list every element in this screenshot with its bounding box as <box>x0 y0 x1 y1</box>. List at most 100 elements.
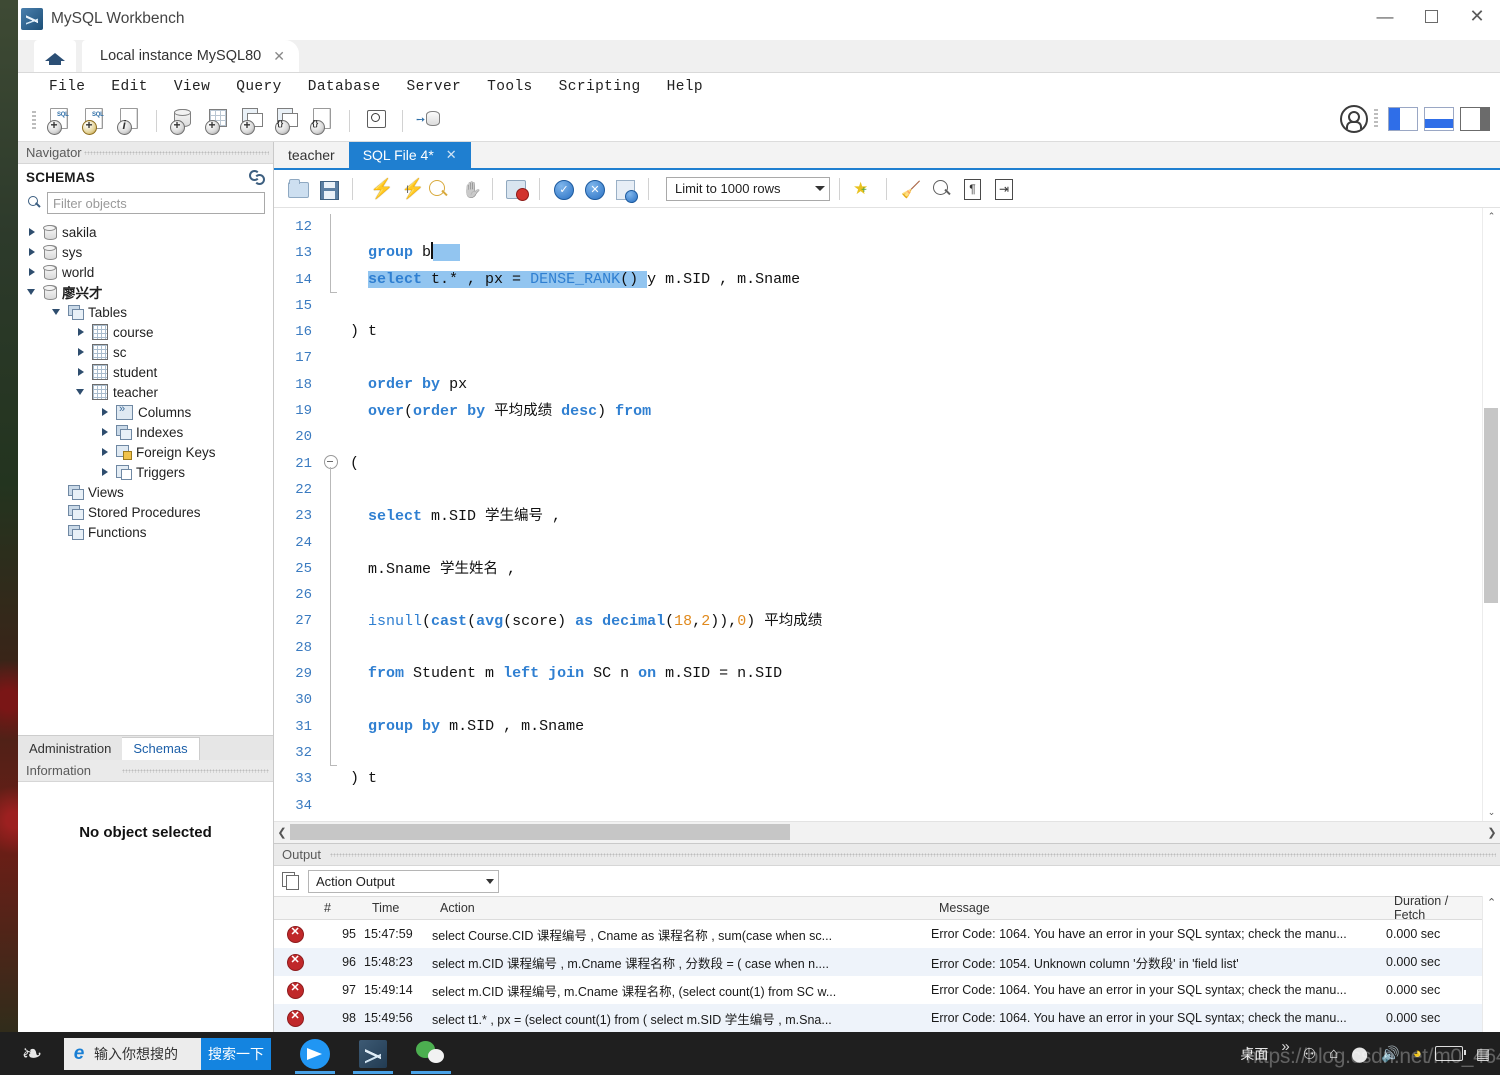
code-line[interactable]: ) t <box>342 319 1482 345</box>
autocommit-icon[interactable] <box>611 175 639 203</box>
search-input[interactable]: 输入你想搜的 <box>94 1044 201 1064</box>
user-account-icon[interactable] <box>1340 105 1368 133</box>
chevron-right-icon[interactable] <box>75 346 87 358</box>
menu-scripting[interactable]: Scripting <box>546 76 654 98</box>
tab-administration[interactable]: Administration <box>18 738 122 760</box>
toggle-wrap-icon[interactable] <box>989 175 1017 203</box>
menu-server[interactable]: Server <box>394 76 475 98</box>
code-line[interactable]: ( <box>342 451 1482 477</box>
chevron-down-icon[interactable] <box>51 306 63 318</box>
menu-query[interactable]: Query <box>223 76 295 98</box>
tree-item-foreign-keys[interactable]: Foreign Keys <box>18 442 273 462</box>
tree-item-columns[interactable]: Columns <box>18 402 273 422</box>
code-line[interactable] <box>342 530 1482 556</box>
scroll-down-icon[interactable]: ⌄ <box>1483 804 1500 821</box>
table-row[interactable]: 96 15:48:23 select m.CID 课程编号 , m.Cname … <box>274 948 1482 976</box>
taskbar-app-mysql-workbench[interactable] <box>353 1034 393 1074</box>
commit-check-icon[interactable]: ✓ <box>549 175 577 203</box>
chevron-right-icon[interactable] <box>75 366 87 378</box>
taskbar-search-box[interactable]: e 输入你想搜的 搜索一下 <box>64 1037 271 1070</box>
code-line[interactable]: over(order by 平均成绩 desc) from <box>342 398 1482 424</box>
stop-hand-icon[interactable] <box>455 175 483 203</box>
start-button[interactable]: ❧ <box>0 1039 64 1068</box>
close-icon[interactable]: ✕ <box>273 48 285 65</box>
code-line[interactable] <box>342 293 1482 319</box>
tree-item-triggers[interactable]: Triggers <box>18 462 273 482</box>
taskbar-app-wechat[interactable] <box>411 1034 451 1074</box>
new-sql-tab-icon[interactable]: SQL <box>45 106 75 136</box>
code-line[interactable]: isnull(cast(avg(score) as decimal(18,2))… <box>342 608 1482 634</box>
code-line[interactable] <box>342 582 1482 608</box>
code-line[interactable]: ) t <box>342 766 1482 792</box>
code-line[interactable]: select t.* , px = DENSE_RANK() y m.SID ,… <box>342 267 1482 293</box>
code-line[interactable] <box>342 345 1482 371</box>
tree-item-active-schema[interactable]: 廖兴才 <box>18 282 273 302</box>
fold-collapse-icon[interactable] <box>324 455 338 469</box>
save-icon[interactable] <box>315 175 343 203</box>
output-type-select[interactable]: Action Output <box>308 869 499 893</box>
toggle-secondary-sidebar-button[interactable] <box>1460 107 1490 131</box>
menu-view[interactable]: View <box>161 76 223 98</box>
create-function-icon[interactable] <box>308 106 338 136</box>
explain-magnifier-icon[interactable] <box>424 175 452 203</box>
scroll-left-icon[interactable]: ❮ <box>274 826 290 839</box>
col-time[interactable]: Time <box>372 901 440 915</box>
hscroll-thumb[interactable] <box>290 824 790 840</box>
code-line[interactable]: select m.SID 学生编号 , <box>342 503 1482 529</box>
chevron-right-icon[interactable] <box>26 246 38 258</box>
tree-item-tables[interactable]: Tables <box>18 302 273 322</box>
copy-icon[interactable] <box>282 872 300 890</box>
code-line[interactable]: order by px <box>342 372 1482 398</box>
create-view-icon[interactable] <box>238 106 268 136</box>
stop-on-error-icon[interactable] <box>502 175 530 203</box>
scroll-right-icon[interactable]: ❯ <box>1484 826 1500 839</box>
refresh-icon[interactable] <box>249 170 265 184</box>
tree-item-world[interactable]: world <box>18 262 273 282</box>
tree-item-stored-procedures[interactable]: Stored Procedures <box>18 502 273 522</box>
close-button[interactable]: ✕ <box>1454 0 1500 32</box>
tree-item-indexes[interactable]: Indexes <box>18 422 273 442</box>
reconnect-dbms-icon[interactable] <box>414 106 444 136</box>
execute-bolt-icon[interactable] <box>362 175 390 203</box>
code-line[interactable]: group by m.SID , m.Sname <box>342 714 1482 740</box>
code-line[interactable] <box>342 687 1482 713</box>
chevron-right-icon[interactable] <box>99 406 111 418</box>
table-row[interactable]: 95 15:47:59 select Course.CID 课程编号 , Cna… <box>274 920 1482 948</box>
code-editor[interactable]: 12 13 14 15 16 17 18 19 20 21 22 23 24 25 26 27 28 29 30 31… <box>274 208 1500 821</box>
tab-home[interactable] <box>34 40 76 72</box>
taskbar-app-dingtalk[interactable] <box>295 1034 335 1074</box>
rollback-x-icon[interactable]: ✕ <box>580 175 608 203</box>
invisible-characters-icon[interactable] <box>958 175 986 203</box>
tree-item-sakila[interactable]: sakila <box>18 222 273 242</box>
editor-horizontal-scrollbar[interactable]: ❮ ❯ <box>274 821 1500 843</box>
menu-file[interactable]: File <box>36 76 98 98</box>
tree-item-views[interactable]: Views <box>18 482 273 502</box>
tree-item-sys[interactable]: sys <box>18 242 273 262</box>
tab-teacher[interactable]: teacher <box>274 142 349 168</box>
col-action[interactable]: Action <box>440 901 939 915</box>
code-line[interactable] <box>342 740 1482 766</box>
chevron-right-icon[interactable] <box>75 326 87 338</box>
code-line[interactable]: m.Sname 学生姓名 , <box>342 556 1482 582</box>
code-text[interactable]: group b select t.* , px = DENSE_RANK() y… <box>342 208 1482 821</box>
filter-objects-input[interactable] <box>47 192 265 214</box>
tree-item-functions[interactable]: Functions <box>18 522 273 542</box>
col-duration[interactable]: Duration / Fetch <box>1394 894 1482 922</box>
chevron-right-icon[interactable] <box>26 226 38 238</box>
open-file-icon[interactable] <box>284 175 312 203</box>
beautify-broom-icon[interactable] <box>896 175 924 203</box>
close-icon[interactable]: ✕ <box>446 147 457 163</box>
chevron-right-icon[interactable] <box>99 426 111 438</box>
tree-item-student[interactable]: student <box>18 362 273 382</box>
create-procedure-icon[interactable] <box>273 106 303 136</box>
open-sql-script-icon[interactable]: SQL <box>80 106 110 136</box>
output-vertical-scrollbar[interactable] <box>1482 896 1500 1032</box>
toggle-sidebar-button[interactable] <box>1388 107 1418 131</box>
code-line[interactable]: from Student m left join SC n on m.SID =… <box>342 661 1482 687</box>
tree-item-teacher[interactable]: teacher <box>18 382 273 402</box>
save-snippet-star-icon[interactable]: + <box>849 175 877 203</box>
chevron-right-icon[interactable] <box>26 266 38 278</box>
code-line[interactable] <box>342 424 1482 450</box>
code-line[interactable] <box>342 214 1482 240</box>
col-number[interactable]: # <box>316 901 372 915</box>
